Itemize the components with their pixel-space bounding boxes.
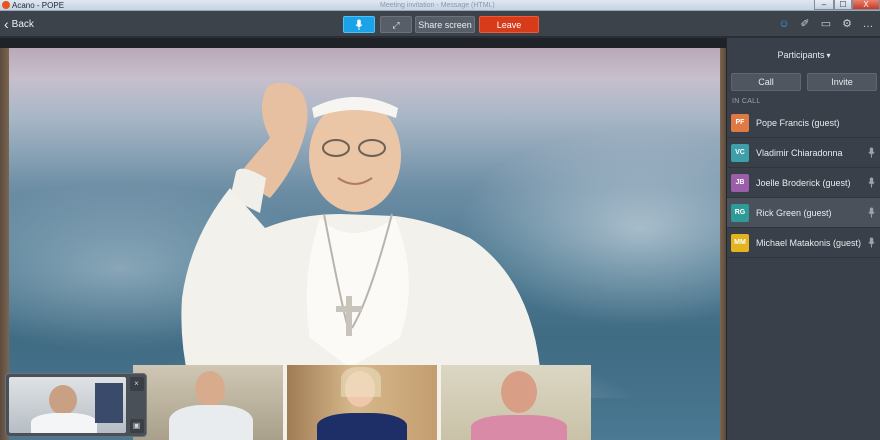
participants-dropdown[interactable]: Participants ▾ xyxy=(727,50,880,60)
background-window-title: Meeting invitation - Message (HTML) xyxy=(380,2,495,9)
microphone-icon xyxy=(868,147,875,158)
in-call-section-label: IN CALL xyxy=(732,98,761,105)
participant-row[interactable]: VC Vladimir Chiaradonna xyxy=(727,138,880,168)
participant-video-thumbnail[interactable] xyxy=(287,365,437,440)
participant-row[interactable]: PF Pope Francis (guest) xyxy=(727,108,880,138)
thumbnail-face xyxy=(501,371,537,413)
participant-row[interactable]: MM Michael Matakonis (guest) xyxy=(727,228,880,258)
window-titlebar: Acano - POPE Meeting invitation - Messag… xyxy=(0,0,880,11)
window-title: Acano - POPE xyxy=(12,1,65,10)
chevron-left-icon: ‹ xyxy=(4,16,9,32)
back-button[interactable]: ‹ Back xyxy=(4,16,34,32)
microphone-icon xyxy=(868,237,875,248)
participant-row[interactable]: RG Rick Green (guest) xyxy=(727,198,880,228)
fullscreen-button[interactable]: ⤢ xyxy=(380,16,412,33)
participant-name: Vladimir Chiaradonna xyxy=(756,147,843,158)
avatar: MM xyxy=(731,233,749,252)
participant-name: Pope Francis (guest) xyxy=(756,117,840,128)
thumbnail-body xyxy=(317,413,407,440)
microphone-icon xyxy=(868,207,875,218)
top-right-icons: ☺ ✐ ▭ ⚙ … xyxy=(778,17,874,31)
participant-video-thumbnail[interactable] xyxy=(133,365,283,440)
avatar: RG xyxy=(731,203,749,222)
microphone-icon xyxy=(355,19,363,30)
close-icon[interactable]: × xyxy=(129,377,144,391)
participant-name: Joelle Broderick (guest) xyxy=(756,177,851,188)
chat-icon[interactable]: ✐ xyxy=(799,17,811,31)
screen-icon[interactable]: ▭ xyxy=(820,17,832,31)
self-view: × ▣ xyxy=(5,373,147,437)
acano-logo-icon xyxy=(2,1,10,9)
participant-row[interactable]: JB Joelle Broderick (guest) xyxy=(727,168,880,198)
chevron-down-icon: ▾ xyxy=(826,51,831,60)
call-button[interactable]: Call xyxy=(731,73,801,91)
expand-icon: ⤢ xyxy=(392,20,400,30)
self-background-shelf xyxy=(95,383,123,423)
call-toolbar: ‹ Back ⤢ Share screen Leave ☺ ✐ ▭ ⚙ … xyxy=(0,11,880,37)
minimize-button[interactable]: ‒ xyxy=(814,0,834,10)
self-camera-feed xyxy=(9,377,126,433)
participants-panel: Participants ▾ Call Invite IN CALL PF Pop… xyxy=(726,38,880,440)
self-face xyxy=(49,385,77,415)
microphone-icon xyxy=(868,177,875,188)
participant-name: Michael Matakonis (guest) xyxy=(756,237,862,248)
share-screen-button[interactable]: Share screen xyxy=(415,16,475,33)
leave-call-button[interactable]: Leave xyxy=(479,16,539,33)
back-label: Back xyxy=(11,18,34,30)
mute-microphone-button[interactable] xyxy=(343,16,375,33)
thumbnail-body xyxy=(471,415,567,440)
participant-video-thumbnail[interactable] xyxy=(441,365,591,440)
avatar: VC xyxy=(731,143,749,162)
invite-button[interactable]: Invite xyxy=(807,73,877,91)
thumbnail-hair xyxy=(341,367,381,397)
participants-header-label: Participants xyxy=(777,50,825,60)
avatar: JB xyxy=(731,173,749,192)
participant-name: Rick Green (guest) xyxy=(756,207,832,218)
participants-icon[interactable]: ☺ xyxy=(778,17,790,31)
more-icon[interactable]: … xyxy=(862,17,874,31)
close-window-button[interactable]: X xyxy=(852,0,880,10)
maximize-button[interactable]: ☐ xyxy=(834,0,852,10)
settings-icon[interactable]: ⚙ xyxy=(841,17,853,31)
avatar: PF xyxy=(731,113,749,132)
participant-list: PF Pope Francis (guest) VC Vladimir Chia… xyxy=(727,108,880,258)
self-view-controls: × ▣ xyxy=(129,377,144,433)
thumbnail-body xyxy=(169,405,253,440)
thumbnail-face xyxy=(195,371,225,407)
self-body xyxy=(31,413,97,433)
camera-icon[interactable]: ▣ xyxy=(129,419,144,433)
